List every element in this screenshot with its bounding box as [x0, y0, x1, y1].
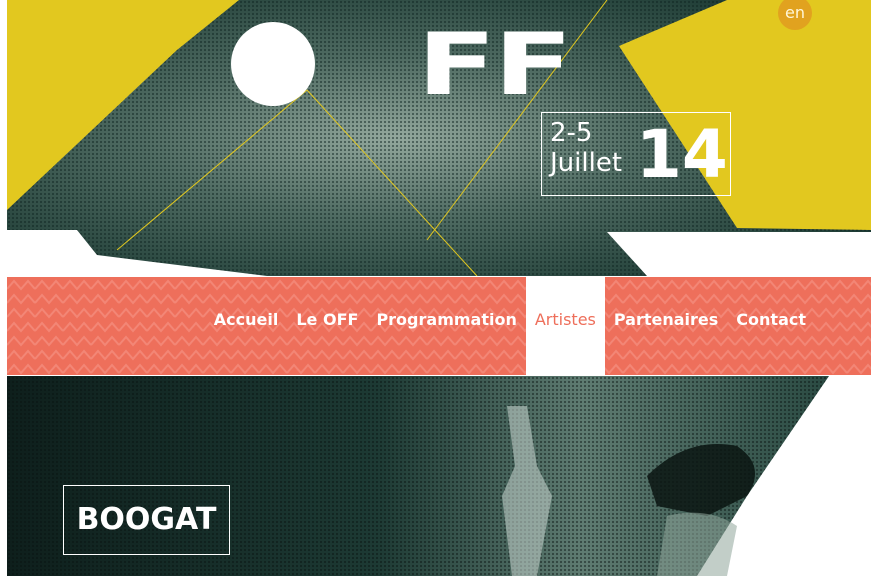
nav-item-programmation[interactable]: Programmation	[367, 277, 525, 375]
nav-item-contact[interactable]: Contact	[727, 277, 815, 375]
artist-banner: BOOGAT	[7, 376, 871, 576]
date-year: 14	[636, 116, 728, 193]
nav-item-artistes[interactable]: Artistes	[525, 277, 605, 375]
hero-circle-graphic	[231, 22, 315, 106]
festival-dates-box: 2-5 Juillet 14	[541, 112, 731, 196]
nav-item-le-off[interactable]: Le OFF	[287, 277, 367, 375]
hero-banner: FF 2-5 Juillet 14 en	[7, 0, 871, 276]
nav-item-partenaires[interactable]: Partenaires	[605, 277, 727, 375]
festival-logo[interactable]: FF	[417, 22, 573, 108]
main-navigation: Accueil Le OFF Programmation Artistes Pa…	[7, 277, 871, 375]
date-month: Juillet	[550, 148, 623, 178]
date-range: 2-5	[550, 118, 593, 148]
artist-name-box: BOOGAT	[63, 485, 230, 555]
artist-name: BOOGAT	[76, 502, 217, 537]
nav-item-accueil[interactable]: Accueil	[205, 277, 288, 375]
page: FF 2-5 Juillet 14 en Accueil Le OFF Prog…	[7, 0, 871, 576]
